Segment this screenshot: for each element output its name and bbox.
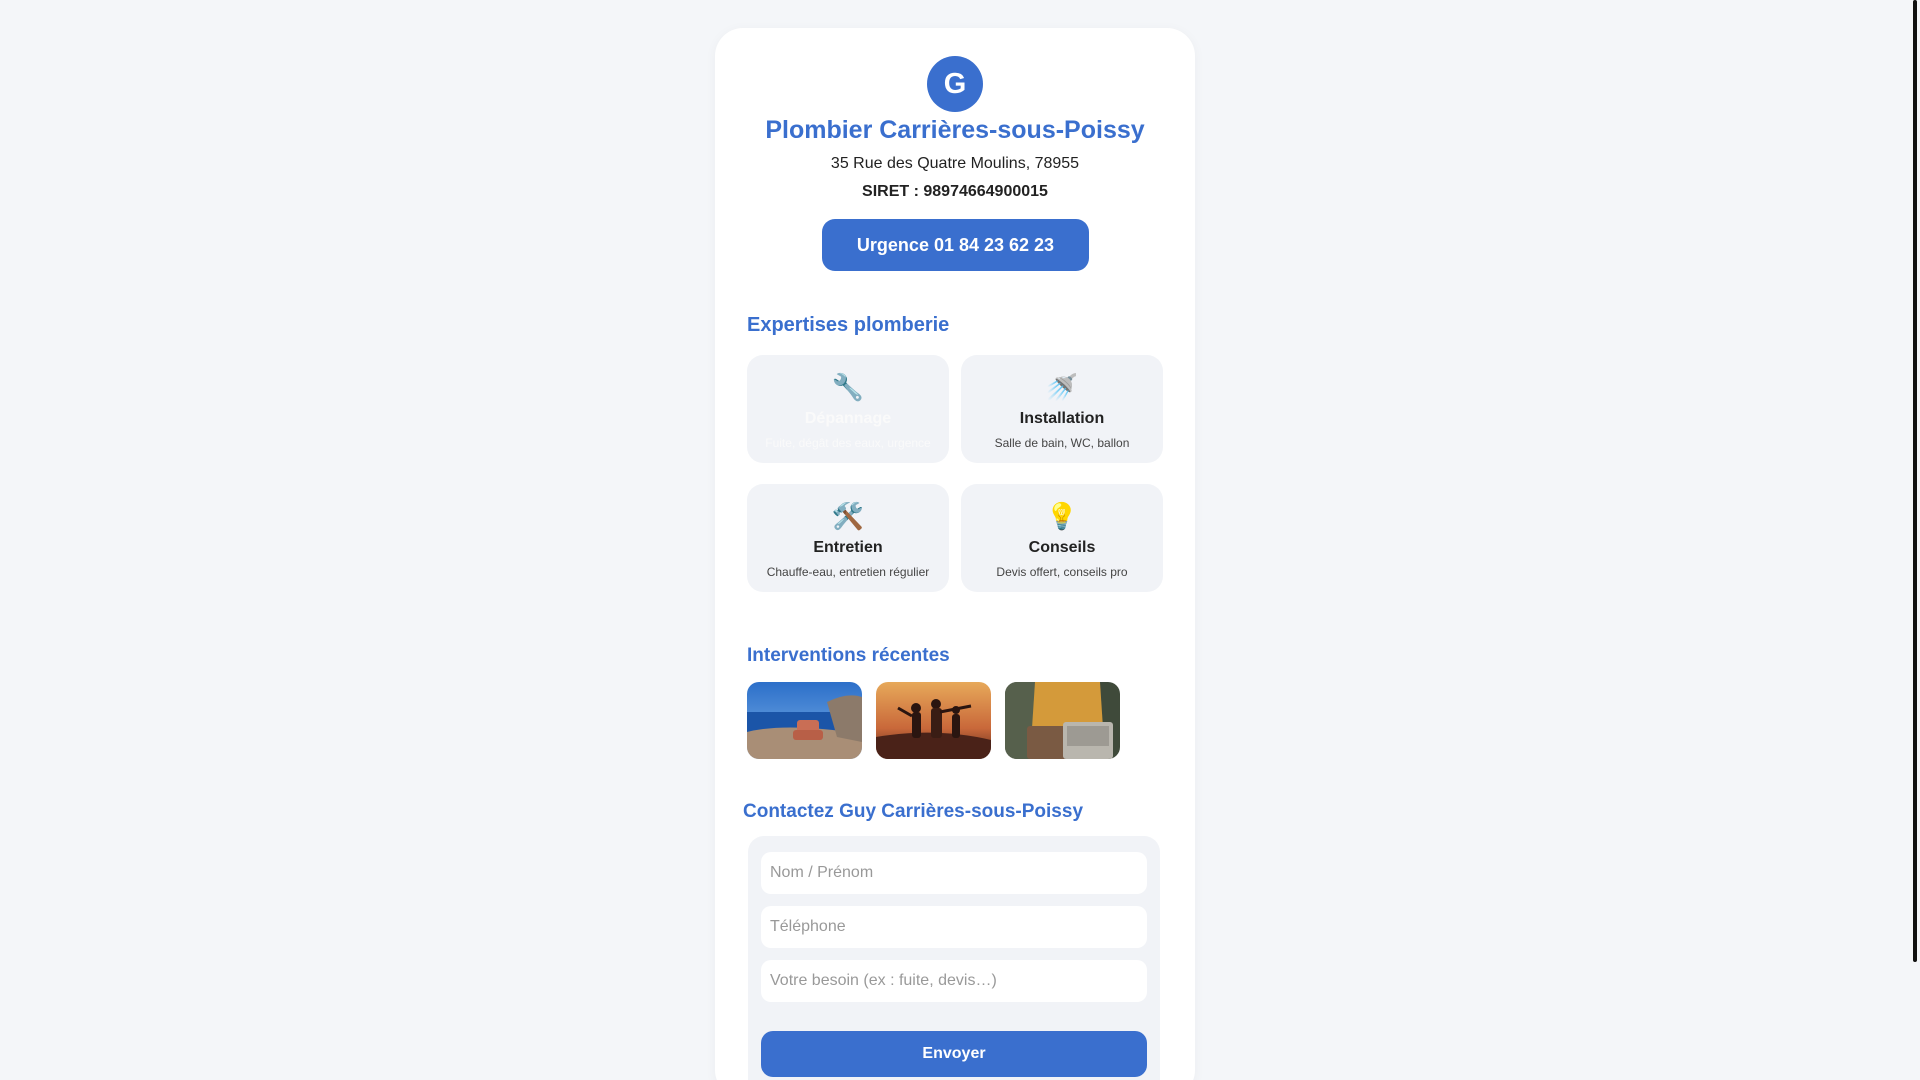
urgent-call-button[interactable]: Urgence 01 84 23 62 23 xyxy=(822,219,1089,271)
service-description: Chauffe-eau, entretien régulier xyxy=(766,565,930,579)
address-text: 35 Rue des Quatre Moulins, 78955 xyxy=(830,155,1080,172)
send-button[interactable]: Envoyer xyxy=(761,1031,1147,1077)
lightbulb-icon: 💡 xyxy=(1045,501,1079,531)
service-name: Dépannage xyxy=(804,410,892,427)
interventions-section-title: Interventions récentes xyxy=(747,645,950,666)
business-card: G Plombier Carrières-sous-Poissy 35 Rue … xyxy=(715,28,1195,1080)
contact-section-title: Contactez Guy Carrières-sous-Poissy xyxy=(743,801,1084,822)
service-card-conseils[interactable]: 💡 Conseils Devis offert, conseils pro xyxy=(961,484,1163,592)
contact-form: Envoyer xyxy=(748,836,1160,1080)
scrollbar[interactable] xyxy=(1906,0,1920,1080)
service-name: Entretien xyxy=(813,539,883,556)
service-description: Fuite, dégât des eaux, urgence xyxy=(765,436,931,450)
service-name: Installation xyxy=(1019,410,1105,427)
service-description: Salle de bain, WC, ballon xyxy=(994,436,1130,450)
service-name: Conseils xyxy=(1028,539,1096,556)
scrollbar-thumb[interactable] xyxy=(1913,0,1917,962)
tools-icon: 🛠️ xyxy=(831,501,865,531)
name-input[interactable] xyxy=(761,852,1147,894)
wrench-icon: 🔧 xyxy=(831,372,865,402)
service-card-installation[interactable]: 🚿 Installation Salle de bain, WC, ballon xyxy=(961,355,1163,463)
logo-avatar: G xyxy=(927,56,983,112)
services-section-title: Expertises plomberie xyxy=(747,314,950,336)
intervention-photo-coast[interactable] xyxy=(747,682,862,759)
shower-icon: 🚿 xyxy=(1045,372,1079,402)
service-card-depannage[interactable]: 🔧 Dépannage Fuite, dégât des eaux, urgen… xyxy=(747,355,949,463)
phone-input[interactable] xyxy=(761,906,1147,948)
intervention-photo-sunset[interactable] xyxy=(876,682,991,759)
need-input[interactable] xyxy=(761,960,1147,1002)
service-card-entretien[interactable]: 🛠️ Entretien Chauffe-eau, entretien régu… xyxy=(747,484,949,592)
siret-text: SIRET : 98974664900015 xyxy=(862,183,1048,200)
intervention-photo-laptop[interactable] xyxy=(1005,682,1120,759)
service-description: Devis offert, conseils pro xyxy=(996,565,1128,579)
page-title: Plombier Carrières-sous-Poissy xyxy=(765,116,1145,144)
